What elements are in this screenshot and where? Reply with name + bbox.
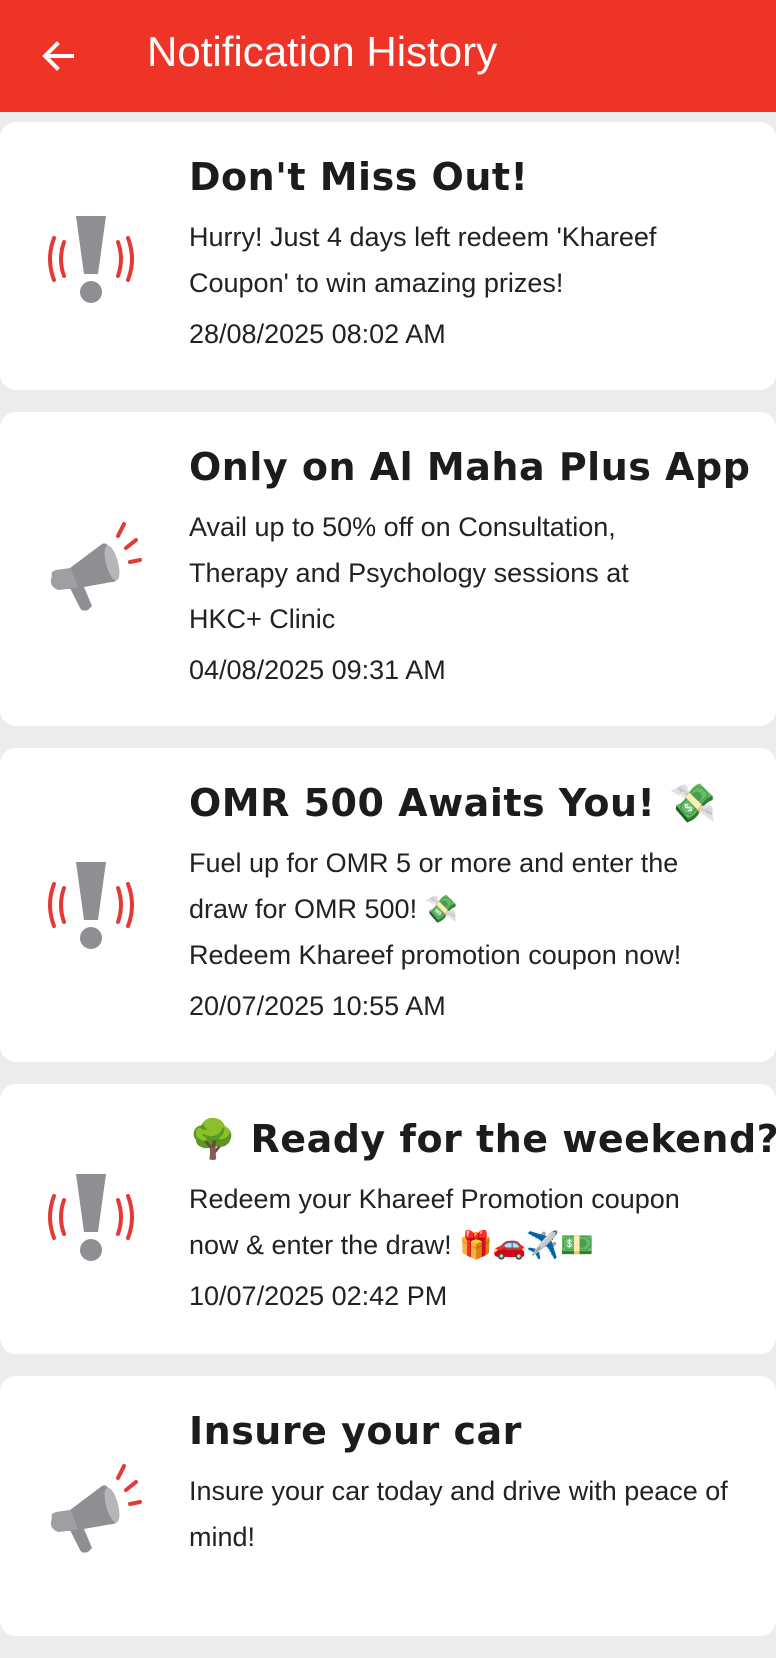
notification-title: Insure your car xyxy=(189,1409,522,1453)
app-bar: Notification History xyxy=(0,0,776,112)
megaphone-icon xyxy=(40,516,142,618)
notification-date: 10/07/2025 02:42 PM xyxy=(189,1281,448,1311)
notification-title: Don't Miss Out! xyxy=(189,155,529,199)
arrow-left-icon xyxy=(42,41,74,71)
notification-card[interactable]: Insure your car Insure your car today an… xyxy=(0,1376,776,1636)
alert-exclamation-icon xyxy=(40,1166,142,1268)
notification-title: Only on Al Maha Plus App xyxy=(189,445,751,489)
notification-title: OMR 500 Awaits You! 💸 xyxy=(189,781,717,825)
notification-date: 20/07/2025 10:55 AM xyxy=(189,991,446,1021)
notification-card[interactable]: 🌳 Ready for the weekend? Redeem your Kha… xyxy=(0,1084,776,1354)
notification-card[interactable]: Only on Al Maha Plus App Avail up to 50%… xyxy=(0,412,776,726)
back-button[interactable] xyxy=(30,28,86,84)
notification-card[interactable]: OMR 500 Awaits You! 💸 Fuel up for OMR 5 … xyxy=(0,748,776,1062)
notification-body: Redeem your Khareef Promotion coupon now… xyxy=(189,1184,680,1260)
page-title: Notification History xyxy=(147,28,498,75)
notification-body: Avail up to 50% off on Consultation, The… xyxy=(189,512,629,634)
notification-body: Fuel up for OMR 5 or more and enter the … xyxy=(189,848,682,970)
alert-exclamation-icon xyxy=(40,854,142,956)
notification-body: Insure your car today and drive with pea… xyxy=(189,1476,728,1552)
notification-body: Hurry! Just 4 days left redeem 'Khareef … xyxy=(189,222,657,298)
notification-date: 04/08/2025 09:31 AM xyxy=(189,655,446,685)
notification-title: 🌳 Ready for the weekend? xyxy=(189,1117,776,1161)
alert-exclamation-icon xyxy=(40,208,142,310)
notification-list: Don't Miss Out! Hurry! Just 4 days left … xyxy=(0,122,776,1658)
notification-card[interactable]: Don't Miss Out! Hurry! Just 4 days left … xyxy=(0,122,776,390)
megaphone-icon xyxy=(40,1458,142,1560)
notification-date: 28/08/2025 08:02 AM xyxy=(189,319,446,349)
